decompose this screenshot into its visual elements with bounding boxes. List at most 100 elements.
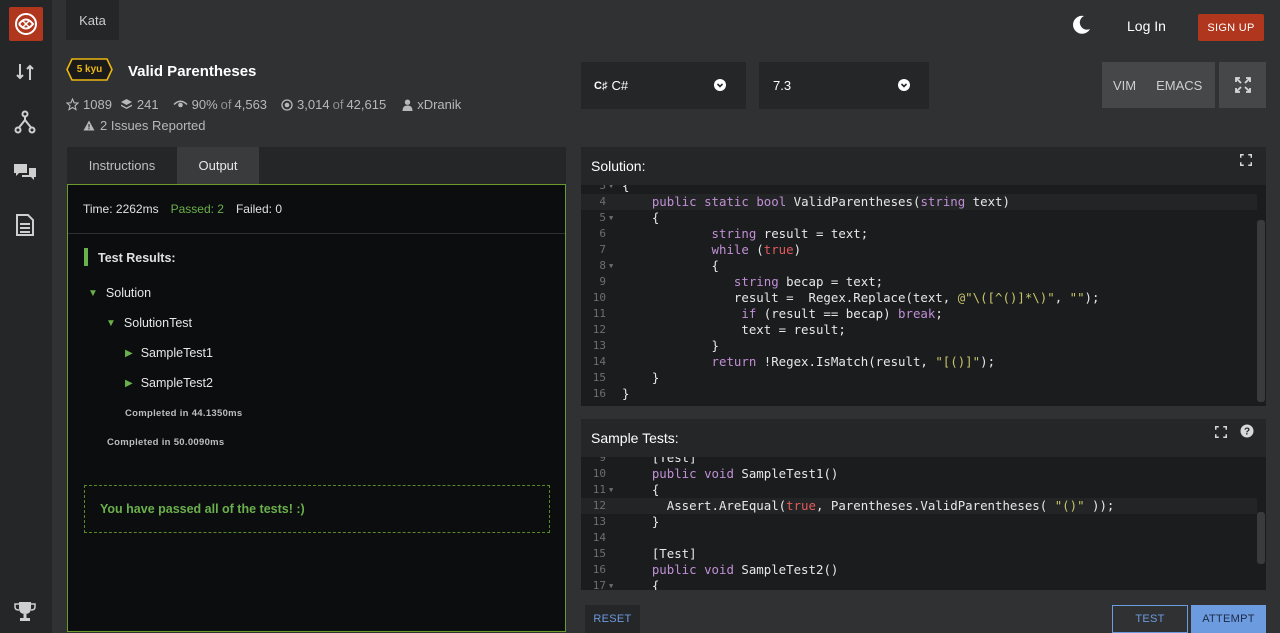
expanded-arrow-icon: ▼ [106, 317, 116, 329]
login-link[interactable]: Log In [1127, 18, 1166, 34]
reset-button[interactable]: RESET [585, 605, 640, 633]
line-number: 15 [592, 371, 606, 384]
code-line[interactable]: 12 text = result; [581, 322, 1257, 338]
fold-arrow-icon[interactable]: ▼ [609, 578, 613, 590]
line-number: 17 [592, 579, 606, 590]
tab-instructions[interactable]: Instructions [67, 147, 177, 184]
test-button[interactable]: TEST [1112, 605, 1188, 633]
trophy-icon[interactable] [13, 600, 37, 624]
kata-tab[interactable]: Kata [66, 0, 119, 40]
issues-reported[interactable]: 2 Issues Reported [83, 118, 206, 133]
author-stat[interactable]: xDranik [402, 97, 461, 112]
collections-stat: 241 [120, 97, 159, 112]
codewars-logo[interactable] [9, 7, 43, 41]
language-select[interactable]: C♯ C# [581, 62, 746, 109]
sample-tests-header: Sample Tests: ? [581, 419, 1266, 457]
practice-icon[interactable] [13, 60, 37, 84]
line-number: 9 [599, 457, 606, 464]
csharp-icon: C♯ [594, 79, 608, 92]
line-number: 7 [599, 243, 606, 256]
tree-solution[interactable]: ▼ Solution [88, 286, 151, 300]
code-line[interactable]: 11 ▼ { [581, 482, 1257, 498]
sample-tests-editor[interactable]: 9 [Test] 10 public void SampleTest1() 11 ▼ … [581, 457, 1266, 590]
discuss-icon[interactable] [13, 160, 37, 184]
test-results-bar [84, 248, 88, 266]
code-line[interactable]: 14 [581, 530, 1257, 546]
code-line[interactable]: 12 Assert.AreEqual(true, Parentheses.Val… [581, 498, 1257, 514]
expand-icon[interactable] [1240, 154, 1252, 166]
tree-sample-test-1[interactable]: ▶ SampleTest1 [125, 346, 213, 360]
code-text: result = Regex.Replace(text, @"\([^()]*\… [622, 290, 1100, 305]
code-line[interactable]: 14 return !Regex.IsMatch(result, "[()]")… [581, 354, 1257, 370]
code-text: { [622, 578, 660, 590]
editor-scrollbar[interactable] [1257, 220, 1265, 402]
code-line[interactable]: 17 ▼ { [581, 578, 1257, 590]
code-text: Assert.AreEqual(true, Parentheses.ValidP… [622, 498, 1115, 513]
expand-icon[interactable] [1215, 426, 1227, 438]
code-text: { [622, 210, 660, 225]
code-line[interactable]: 13 } [581, 338, 1257, 354]
attempt-button[interactable]: ATTEMPT [1191, 605, 1266, 633]
kata-stats: 1089 241 90% of 4,563 3,014 of 42,615 xD… [66, 97, 469, 112]
code-line[interactable]: 16 public void SampleTest2() [581, 562, 1257, 578]
code-line[interactable]: 7 while (true) [581, 242, 1257, 258]
stars-stat[interactable]: 1089 [66, 97, 112, 112]
sample-tests-title: Sample Tests: [591, 430, 679, 446]
emacs-button[interactable]: EMACS [1156, 78, 1202, 93]
code-text: while (true) [711, 242, 802, 257]
solution-editor[interactable]: 3 ▼{4 public static bool ValidParentheses… [581, 185, 1266, 406]
svg-text:?: ? [1244, 427, 1250, 438]
code-line[interactable]: 3 ▼ { [581, 185, 1257, 194]
star-icon [66, 98, 79, 111]
fork-icon[interactable] [13, 110, 37, 134]
code-line[interactable]: 9 [Test] [581, 457, 1257, 466]
rank-label: 5 kyu [76, 64, 103, 75]
code-text: } [622, 514, 660, 529]
fold-arrow-icon[interactable]: ▼ [609, 185, 613, 194]
docs-icon[interactable] [13, 213, 37, 237]
code-text: public static bool ValidParentheses(stri… [651, 194, 1010, 209]
code-line[interactable]: 5 ▼ { [581, 210, 1257, 226]
code-line[interactable]: 16} [581, 386, 1257, 402]
line-number: 10 [592, 291, 606, 304]
code-line[interactable]: 15 [Test] [581, 546, 1257, 562]
editor-scrollbar[interactable] [1257, 512, 1265, 564]
code-line[interactable]: 10 result = Regex.Replace(text, @"\([^()… [581, 290, 1257, 306]
line-number: 13 [592, 339, 606, 352]
signup-button[interactable]: SIGN UP [1198, 14, 1264, 41]
fullscreen-button[interactable] [1219, 62, 1266, 108]
fold-arrow-icon[interactable]: ▼ [609, 258, 613, 274]
help-icon[interactable]: ? [1240, 424, 1254, 438]
completed-inner: Completed in 44.1350ms [125, 408, 243, 419]
expand-icon [1234, 77, 1251, 93]
code-text: } [622, 338, 719, 353]
code-line[interactable]: 13 } [581, 514, 1257, 530]
code-text: [Test] [622, 457, 697, 465]
code-text: return !Regex.IsMatch(result, "[()]"); [711, 354, 996, 369]
line-number: 11 [592, 483, 606, 496]
tab-output[interactable]: Output [177, 147, 259, 184]
code-line[interactable]: 11 if (result == becap) break; [581, 306, 1257, 322]
line-number: 14 [592, 531, 606, 544]
code-line[interactable]: 9 string becap = text; [581, 274, 1257, 290]
code-line[interactable]: 10 public void SampleTest1() [581, 466, 1257, 482]
tree-sample-test-2[interactable]: ▶ SampleTest2 [125, 376, 213, 390]
solution-header: Solution: [581, 147, 1266, 185]
fold-arrow-icon[interactable]: ▼ [609, 210, 613, 226]
line-number: 14 [592, 355, 606, 368]
time-label: Time: 2262ms [83, 202, 159, 216]
tree-solution-test[interactable]: ▼ SolutionTest [106, 316, 192, 330]
dark-mode-moon-icon[interactable] [1070, 14, 1092, 36]
code-line[interactable]: 15 } [581, 370, 1257, 386]
fold-arrow-icon[interactable]: ▼ [609, 482, 613, 498]
code-line[interactable]: 8 ▼ { [581, 258, 1257, 274]
vim-button[interactable]: VIM [1113, 78, 1136, 93]
passed-label: Passed: 2 [170, 202, 224, 216]
completed-stat: 3,014 of 42,615 [281, 97, 386, 112]
line-number: 8 [599, 259, 606, 272]
code-line[interactable]: 6 string result = text; [581, 226, 1257, 242]
code-text: { [622, 258, 719, 273]
code-line[interactable]: 4 public static bool ValidParentheses(st… [581, 194, 1257, 210]
version-select[interactable]: 7.3 [759, 62, 929, 109]
collapsed-arrow-icon: ▶ [125, 347, 133, 359]
